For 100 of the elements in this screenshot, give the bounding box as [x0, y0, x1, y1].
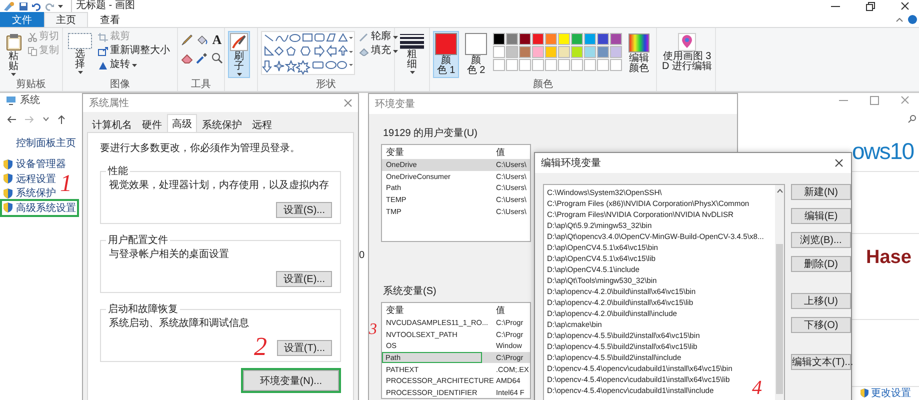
palette-color[interactable]: [597, 46, 609, 58]
dialog-button[interactable]: 新建(N): [791, 184, 851, 200]
text-tool[interactable]: A: [211, 34, 223, 46]
undo-icon[interactable]: [32, 2, 41, 10]
tab[interactable]: 计算机名: [87, 117, 137, 132]
column-header: 变量: [386, 304, 404, 317]
sidebar-link[interactable]: 控制面板主页: [16, 137, 76, 151]
dialog-title: 环境变量: [375, 98, 415, 111]
section-label: 系统变量(S): [383, 284, 436, 298]
color-slot-button[interactable]: 颜色 1: [433, 31, 459, 78]
shield-icon: [3, 158, 13, 170]
palette-color[interactable]: [545, 33, 557, 45]
settings-button[interactable]: 设置(E)...: [276, 271, 332, 287]
eraser-icon[interactable]: [181, 52, 193, 64]
palette-color[interactable]: [597, 33, 609, 45]
line-width-icon: [400, 33, 424, 49]
size-button[interactable]: 粗细: [398, 31, 426, 76]
paint3d-button[interactable]: 使用画图 3 D 进行编辑: [660, 31, 714, 74]
ribbon-tab[interactable]: 主页: [44, 12, 88, 27]
palette-color[interactable]: [571, 46, 583, 58]
environment-variables-button[interactable]: 环境变量(N)...: [242, 370, 339, 391]
save-icon[interactable]: [19, 2, 28, 10]
group-label: 形状: [315, 78, 337, 91]
select-button[interactable]: 选择: [66, 31, 94, 76]
scroll-up-icon[interactable]: [776, 189, 782, 193]
palette-color[interactable]: [545, 46, 557, 58]
palette-color[interactable]: [519, 33, 531, 45]
palette-color[interactable]: [558, 33, 570, 45]
scrollbar[interactable]: [775, 185, 784, 400]
palette-color[interactable]: [558, 46, 570, 58]
paste-button[interactable]: 粘贴: [3, 31, 24, 78]
sidebar-link[interactable]: 高级系统设置: [16, 200, 76, 214]
tab[interactable]: 系统保护: [197, 117, 247, 132]
group-title: 性能: [106, 164, 129, 178]
sidebar-link[interactable]: 设备管理器: [16, 157, 66, 172]
restore-icon[interactable]: [866, 2, 875, 10]
dialog-button[interactable]: 删除(D): [791, 256, 851, 272]
pencil-icon[interactable]: [181, 34, 193, 46]
tab[interactable]: 硬件: [137, 117, 167, 132]
dialog-button[interactable]: 编辑文本(T)...: [791, 354, 851, 370]
palette-color[interactable]: [584, 46, 596, 58]
palette-color[interactable]: [519, 46, 531, 58]
back-arrow-icon[interactable]: [7, 116, 16, 122]
dialog-button[interactable]: 编辑(E): [791, 208, 851, 224]
close-icon[interactable]: [835, 159, 843, 167]
dialog-button[interactable]: 浏览(B)...: [791, 232, 851, 248]
dropdown-caret-icon[interactable]: [43, 117, 49, 121]
caret-icon: [58, 4, 63, 8]
ribbon-tab[interactable]: 查看: [88, 12, 132, 27]
palette-color[interactable]: [610, 33, 622, 45]
group-label: 剪贴板: [15, 78, 47, 91]
resize-button[interactable]: 重新调整大小: [110, 45, 170, 57]
rotate-button[interactable]: 旋转: [110, 59, 130, 71]
maximize-icon[interactable]: [870, 96, 879, 104]
fill-bucket-icon[interactable]: [196, 34, 208, 46]
color-spectrum-icon: [628, 33, 650, 53]
redo-icon[interactable]: [45, 2, 54, 10]
palette-color[interactable]: [493, 33, 505, 45]
palette-color[interactable]: [610, 46, 622, 58]
edit-colors-button[interactable]: 编辑颜色: [626, 31, 652, 76]
search-icon[interactable]: [908, 115, 916, 123]
caret-icon: [393, 36, 398, 38]
help-icon[interactable]: [908, 15, 917, 24]
fill-button[interactable]: 填充: [371, 45, 391, 57]
palette-color[interactable]: [584, 33, 596, 45]
chevron-up-icon[interactable]: [896, 18, 903, 22]
palette-color[interactable]: [532, 46, 544, 58]
tab[interactable]: 高级: [167, 114, 197, 132]
close-icon[interactable]: [901, 2, 909, 10]
palette-color[interactable]: [506, 46, 518, 58]
column-header: 值: [496, 304, 505, 317]
up-arrow-icon[interactable]: [58, 114, 65, 124]
palette-color[interactable]: [506, 33, 518, 45]
outline-icon: [359, 32, 369, 42]
dialog-button[interactable]: 下移(O): [791, 317, 851, 333]
palette-color[interactable]: [493, 46, 505, 58]
dialog-button[interactable]: 上移(U): [791, 293, 851, 309]
color-slot-button[interactable]: 颜色 2: [463, 31, 489, 78]
outline-button[interactable]: 轮廓: [371, 31, 391, 43]
paint3d-icon: [678, 33, 696, 51]
sidebar-link[interactable]: 远程设置: [16, 172, 56, 186]
forward-arrow-icon[interactable]: [25, 116, 34, 122]
brush-button[interactable]: 刷子: [228, 31, 250, 78]
palette-color[interactable]: [571, 33, 583, 45]
ribbon-tab[interactable]: 文件: [0, 12, 44, 27]
paint-app-icon[interactable]: [3, 1, 15, 11]
magnifier-icon[interactable]: [211, 52, 223, 64]
palette-color[interactable]: [532, 33, 544, 45]
change-settings-link[interactable]: 更改设置: [871, 386, 911, 400]
brand-logo-text: Hase: [866, 247, 912, 269]
shapes-gallery-drawing[interactable]: [261, 31, 355, 75]
sidebar-link[interactable]: 系统保护: [16, 186, 56, 200]
clipboard-icon: [6, 33, 22, 51]
settings-button[interactable]: 设置(T)...: [276, 340, 332, 356]
scrollbar-thumb[interactable]: [776, 244, 783, 394]
color-picker-icon[interactable]: [196, 52, 208, 64]
settings-button[interactable]: 设置(S)...: [276, 202, 332, 218]
tab[interactable]: 远程: [247, 117, 277, 132]
resize-icon: [98, 46, 108, 56]
description-text: 视觉效果，处理器计划，内存使用，以及虚拟内存: [109, 178, 330, 192]
